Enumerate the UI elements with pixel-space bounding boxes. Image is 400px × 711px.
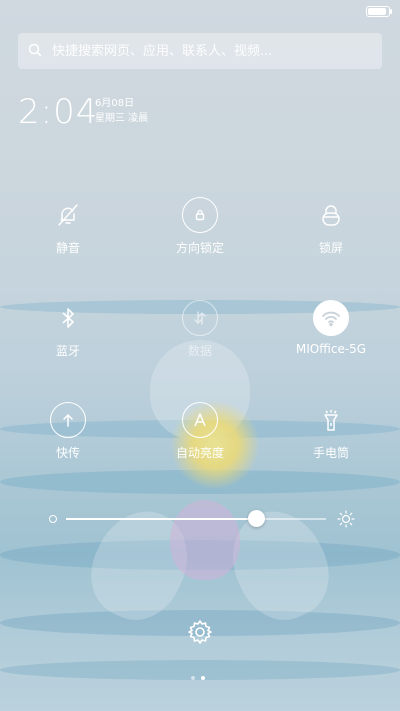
slider-fill: [66, 518, 256, 520]
search-input[interactable]: [50, 42, 374, 60]
toggle-flashlight[interactable]: 手电筒: [276, 402, 386, 461]
data-arrows-icon: [182, 300, 218, 336]
date-text: 6月08日: [95, 98, 135, 109]
toggle-label: 快传: [55, 446, 80, 460]
toggle-auto-brightness[interactable]: 自动亮度: [145, 402, 255, 461]
clock-time: 2:04: [18, 92, 99, 132]
search-icon: [28, 42, 42, 61]
toggle-label: 静音: [55, 241, 80, 255]
settings-gear-icon[interactable]: [186, 618, 214, 646]
search-bar[interactable]: [18, 33, 382, 69]
toggle-wifi[interactable]: MIOffice-5G: [276, 300, 386, 356]
brightness-slider[interactable]: [44, 508, 356, 530]
toggle-label: 蓝牙: [55, 344, 80, 358]
toggle-label: 方向锁定: [175, 241, 224, 255]
slider-thumb[interactable]: [247, 510, 265, 527]
toggle-data[interactable]: 数据: [145, 300, 255, 359]
brightness-low-icon: [49, 515, 57, 523]
upload-icon: [50, 402, 86, 438]
toggle-share[interactable]: 快传: [13, 402, 123, 461]
toggle-mute[interactable]: 静音: [13, 197, 123, 256]
page-indicator: [191, 676, 205, 680]
toggle-label: 自动亮度: [175, 446, 224, 460]
flashlight-icon: [313, 402, 349, 438]
toggle-label: 锁屏: [318, 241, 343, 255]
rotation-lock-icon: [182, 197, 218, 233]
battery-icon: [366, 6, 392, 17]
bell-off-icon: [50, 197, 86, 233]
page-dot: [191, 676, 195, 680]
toggle-label: MIOffice-5G: [295, 342, 367, 356]
wifi-icon: [313, 300, 349, 336]
clock-date: 6月08日 星期三 凌晨: [95, 96, 148, 126]
page-dot-active: [201, 676, 205, 680]
toggle-rotation-lock[interactable]: 方向锁定: [145, 197, 255, 256]
weekday-text: 星期三 凌晨: [95, 113, 149, 124]
toggle-bluetooth[interactable]: 蓝牙: [13, 300, 123, 359]
toggle-label: 手电筒: [312, 446, 349, 460]
lock-icon: [313, 197, 349, 233]
toggle-lock-screen[interactable]: 锁屏: [276, 197, 386, 256]
bluetooth-icon: [50, 300, 86, 336]
auto-brightness-icon: [182, 402, 218, 438]
brightness-high-icon: [336, 509, 356, 533]
toggle-label: 数据: [187, 344, 212, 358]
